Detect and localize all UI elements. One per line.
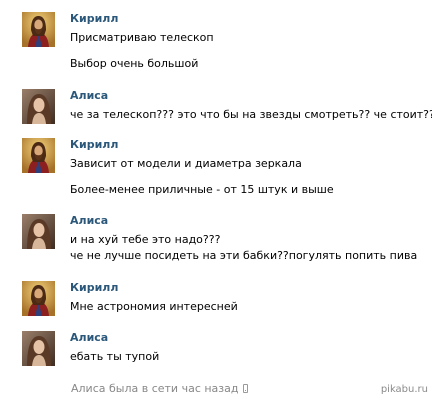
watermark: pikabu.ru [380, 384, 428, 395]
mobile-phone-icon [242, 384, 248, 393]
avatar[interactable] [22, 331, 55, 366]
message-text: Мне астрономия интересней [70, 300, 238, 313]
avatar[interactable] [22, 12, 55, 47]
jesus-portrait-icon [22, 12, 55, 47]
last-seen-status: Алиса была в сети час назад [71, 382, 248, 395]
last-seen-text: Алиса была в сети час назад [71, 382, 239, 395]
message-text: Зависит от модели и диаметра зеркала [70, 157, 302, 170]
avatar[interactable] [22, 214, 55, 249]
author-name[interactable]: Алиса [70, 89, 108, 102]
author-name[interactable]: Алиса [70, 331, 108, 344]
avatar[interactable] [22, 89, 55, 124]
message-text: Присматриваю телескоп [70, 31, 214, 44]
author-name[interactable]: Кирилл [70, 12, 118, 25]
author-name[interactable]: Кирилл [70, 281, 118, 294]
avatar[interactable] [22, 138, 55, 173]
girl-photo-icon [22, 331, 55, 366]
message-text: че за телескоп??? это что бы на звезды с… [70, 108, 432, 121]
author-name[interactable]: Алиса [70, 214, 108, 227]
jesus-portrait-icon [22, 138, 55, 173]
message-text: че не лучше посидеть на эти бабки??погул… [70, 249, 418, 262]
message-text: ебать ты тупой [70, 350, 160, 363]
message-text: Выбор очень большой [70, 57, 199, 70]
author-name[interactable]: Кирилл [70, 138, 118, 151]
message-text: и на хуй тебе это надо??? [70, 233, 221, 246]
jesus-portrait-icon [22, 281, 55, 316]
avatar[interactable] [22, 281, 55, 316]
message-text: Более-менее приличные - от 15 штук и выш… [70, 183, 334, 196]
girl-photo-icon [22, 89, 55, 124]
girl-photo-icon [22, 214, 55, 249]
